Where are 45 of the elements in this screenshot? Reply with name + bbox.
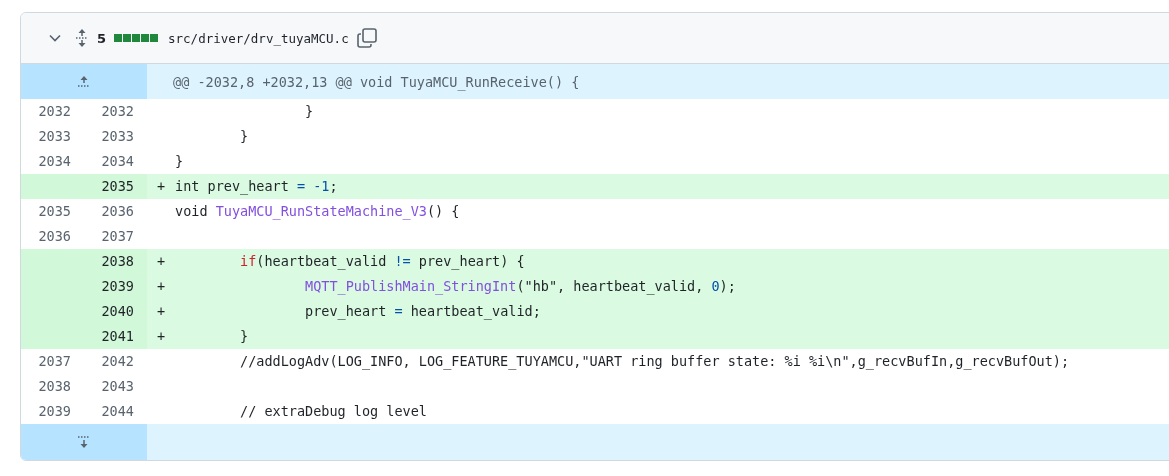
new-line-number: 2043 [100, 377, 135, 396]
new-line-number: 2036 [100, 202, 135, 221]
code-line: prev_heart = heartbeat_valid; [304, 302, 541, 322]
old-line-number: 2034 [37, 152, 72, 171]
expand-down-icon [77, 436, 91, 448]
copy-icon[interactable] [356, 28, 377, 48]
new-line-number: 2034 [100, 152, 135, 171]
file-path[interactable]: src/driver/drv_tuyaMCU.c [168, 30, 349, 46]
new-line-number: 2041 [84, 324, 147, 349]
change-count: 5 [97, 30, 107, 46]
code-line: } [304, 102, 314, 121]
code-line: //addLogAdv(LOG_INFO, LOG_FEATURE_TUYAMCU,"UART ring buffer state: %i %i\n",g_recvBufIn,g_recvBufOut); [239, 352, 1070, 372]
expand-up-icon [77, 75, 91, 88]
diff-marker: + [155, 302, 167, 321]
code-line: } [175, 152, 184, 171]
code-line: if(heartbeat_valid != prev_heart) { [239, 252, 525, 272]
old-line-number: 2032 [37, 102, 72, 121]
new-line-number: 2044 [100, 402, 135, 421]
diff-marker: + [155, 252, 167, 271]
code-line: int prev_heart = -1; [175, 177, 338, 197]
diff-marker: + [155, 177, 167, 196]
chevron-icon[interactable] [49, 34, 61, 42]
old-line-number: 2039 [37, 402, 72, 421]
code-line: } [239, 327, 249, 346]
new-line-number: 2038 [84, 249, 147, 274]
unfold-icon[interactable] [75, 29, 89, 47]
old-line-number: 2038 [37, 377, 72, 396]
old-line-number: 2037 [37, 352, 72, 371]
old-line-number: 2033 [37, 127, 72, 146]
new-line-number: 2037 [100, 227, 135, 246]
code-line: } [239, 127, 249, 146]
diff-marker: + [155, 327, 167, 346]
new-line-number: 2040 [84, 299, 147, 324]
code-line: // extraDebug log level [239, 402, 427, 421]
hunk-header: @@ -2032,8 +2032,13 @@ void TuyaMCU_RunReceive() { [147, 64, 1169, 99]
diff-marker: + [155, 277, 167, 296]
new-line-number: 2039 [84, 274, 147, 299]
new-line-number: 2035 [84, 174, 147, 199]
code-line: void TuyaMCU_RunStateMachine_V3() { [175, 202, 460, 222]
old-line-number: 2036 [37, 227, 72, 246]
code-line: MQTT_PublishMain_StringInt("hb", heartbeat_valid, 0); [304, 277, 736, 297]
old-line-number: 2035 [37, 202, 72, 221]
new-line-number: 2042 [100, 352, 135, 371]
new-line-number: 2033 [100, 127, 135, 146]
new-line-number: 2032 [100, 102, 135, 121]
